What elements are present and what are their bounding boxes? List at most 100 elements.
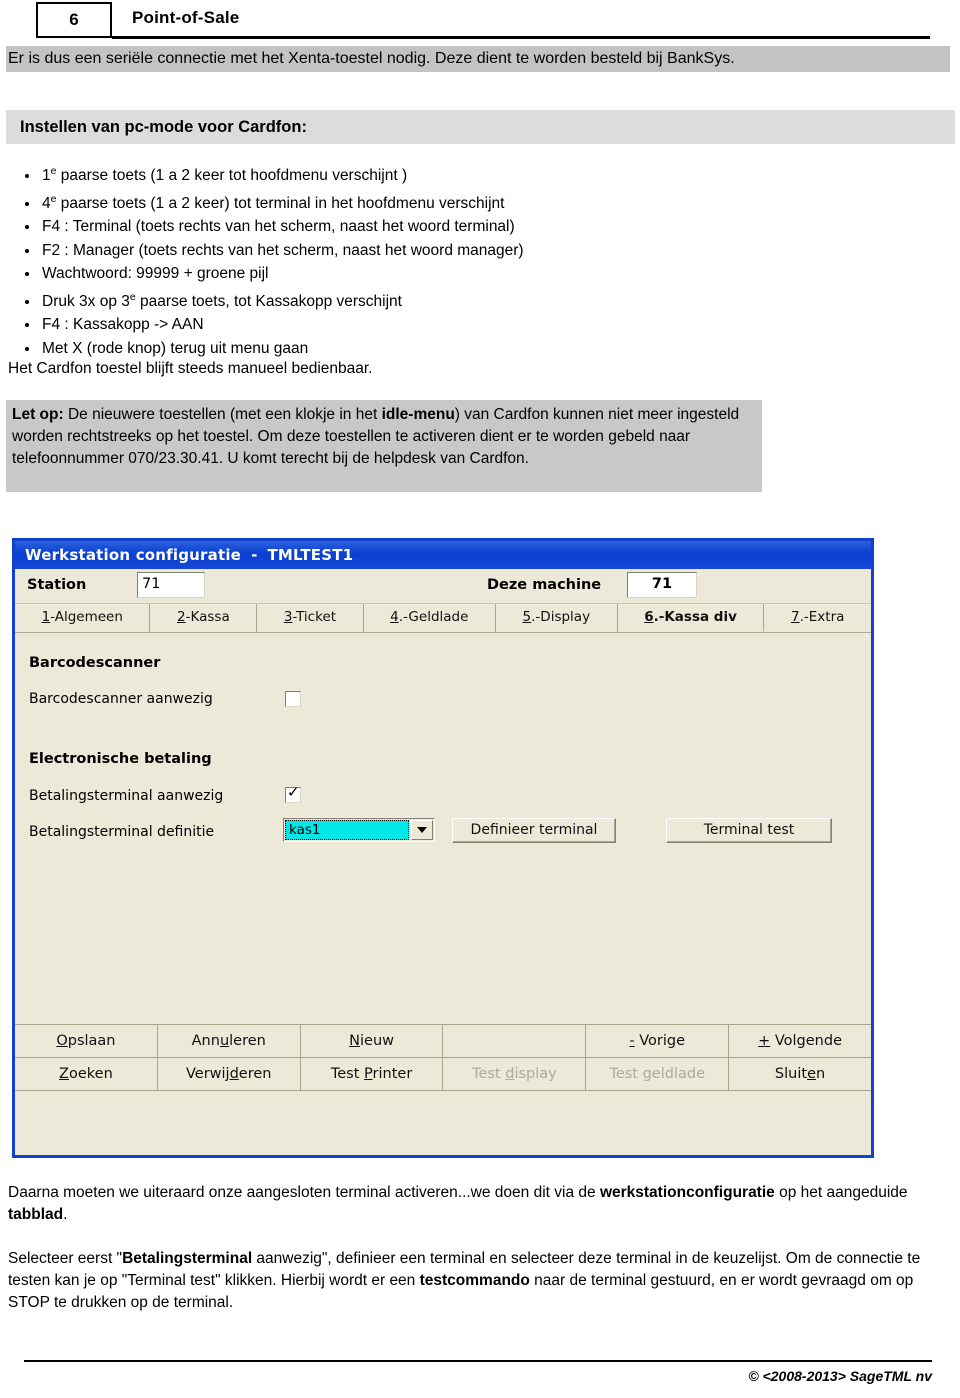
list-item: 1e paarse toets (1 a 2 keer tot hoofdmen… (40, 160, 740, 188)
list-item-text-cont: paarse toets, tot Kassakopp verschijnt (135, 292, 402, 310)
button-label-suffix: Volgende (770, 1033, 842, 1049)
verwijderen-button[interactable]: Verwijderen (157, 1058, 301, 1091)
footer-divider (24, 1360, 932, 1362)
test-printer-button[interactable]: Test Printer (300, 1058, 444, 1091)
list-item-text: F4 : Kassakopp -> AAN (42, 316, 204, 334)
tab-label: .-Kassa div (653, 609, 737, 625)
tail1-a: Daarna moeten we uiteraard onze aangeslo… (8, 1184, 600, 1201)
nieuw-button[interactable]: Nieuw (300, 1025, 444, 1058)
empty-button-slot (443, 1025, 587, 1058)
button-label-suffix: isplay (514, 1066, 557, 1082)
group-title-electronische-betaling: Electronische betaling (29, 751, 212, 767)
checkmark-icon: ✓ (287, 783, 300, 801)
combobox-selected-value: kas1 (285, 820, 409, 840)
tab-accelerator: 1 (41, 609, 51, 625)
button-label-suffix: oeken (68, 1066, 113, 1082)
footer-copyright: © <2008-2013> SageTML nv (748, 1368, 932, 1384)
button-accelerator: Z (59, 1066, 69, 1082)
list-item-text-cont: paarse toets (1 a 2 keer tot hoofdmenu v… (56, 167, 408, 185)
opslaan-button[interactable]: Opslaan (15, 1025, 158, 1058)
tab-accelerator: 2 (177, 609, 186, 625)
dialog-title-suffix: TMLTEST1 (267, 546, 354, 564)
button-label-suffix: rinter (372, 1066, 413, 1082)
list-item-text: 1 (42, 167, 51, 185)
button-label-suffix: eren (238, 1066, 272, 1082)
tab-label: -Kassa (185, 609, 230, 625)
tail1-bold-tabblad: tabblad (8, 1206, 64, 1223)
button-accelerator: u (219, 1033, 230, 1049)
station-row: Station 71 Deze machine 71 (15, 569, 871, 604)
button-label-prefix: Sluit (774, 1066, 808, 1082)
list-item: F4 : Terminal (toets rechts van het sche… (40, 215, 740, 239)
sluiten-button[interactable]: Sluiten (729, 1058, 871, 1091)
list-item: F2 : Manager (toets rechts van het scher… (40, 239, 740, 263)
betalingsterminal-definitie-combobox[interactable]: kas1 (283, 818, 435, 842)
button-label-prefix: Test (472, 1066, 506, 1082)
tail2-bold-testcommando: testcommando (419, 1272, 530, 1289)
button-label-prefix: Test (330, 1066, 365, 1082)
tail1-c: op het aangeduide (774, 1184, 908, 1201)
tab-kassa[interactable]: 2-Kassa (150, 604, 258, 632)
list-item: Met X (rode knop) terug uit menu gaan (40, 337, 740, 361)
terminal-test-button[interactable]: Terminal test (666, 818, 832, 843)
tab-kassa-div[interactable]: 6.-Kassa div (617, 604, 765, 632)
list-item-text: F4 : Terminal (toets rechts van het sche… (42, 218, 515, 236)
button-label-suffix: ieuw (360, 1033, 394, 1049)
tab-extra[interactable]: 7.-Extra (764, 604, 871, 632)
list-item: F4 : Kassakopp -> AAN (40, 313, 740, 337)
tail2-bold-betalingsterminal: Betalingsterminal (122, 1250, 253, 1267)
list-item-text: Wachtwoord: 99999 + groene pijl (42, 265, 269, 283)
list-item-text: Met X (rode knop) terug uit menu gaan (42, 339, 309, 357)
station-input[interactable]: 71 (137, 572, 205, 598)
button-label-prefix: Ann (191, 1033, 220, 1049)
group-title-barcodescanner: Barcodescanner (29, 655, 161, 671)
tab-label: .-Geldlade (398, 609, 469, 625)
test-display-button: Test display (443, 1058, 587, 1091)
tail2-a: Selecteer eerst " (8, 1250, 123, 1267)
tab-strip: 1-Algemeen 2-Kassa 3-Ticket 4.-Geldlade 5.-D… (15, 604, 871, 633)
tail1-bold-werkstationconfiguratie: werkstationconfiguratie (599, 1184, 775, 1201)
dialog-title-separator: - (251, 546, 258, 564)
button-label-suffix: leren (229, 1033, 266, 1049)
button-accelerator: e (807, 1066, 816, 1082)
button-label-prefix: Verwij (185, 1066, 230, 1082)
button-accelerator: d (229, 1066, 239, 1082)
warning-text-a: De nieuwere toestellen (met een klokje i… (63, 406, 382, 423)
dialog-titlebar[interactable]: Werkstation configuratie - TMLTEST1 (15, 538, 871, 569)
chevron-down-icon[interactable] (411, 820, 433, 840)
annuleren-button[interactable]: Annuleren (157, 1025, 301, 1058)
kassa-div-tab-panel: Barcodescanner Barcodescanner aanwezig E… (15, 633, 871, 1091)
station-label: Station (27, 577, 87, 593)
tab-algemeen[interactable]: 1-Algemeen (15, 604, 151, 632)
betalingsterminal-present-checkbox[interactable]: ✓ (285, 783, 301, 803)
-volgende-button[interactable]: + Volgende (729, 1025, 871, 1058)
page-header: 6 Point-of-Sale (0, 0, 960, 40)
button-label-suffix: Vorige (634, 1033, 686, 1049)
list-item-text: F2 : Manager (toets rechts van het scher… (42, 241, 524, 259)
page-title: Point-of-Sale (132, 8, 240, 27)
dialog-button-row-1: Opslaan Annuleren Nieuw - Vorige + Volgende (15, 1025, 871, 1058)
definieer-terminal-button[interactable]: Definieer terminal (452, 818, 616, 843)
-vorige-button[interactable]: - Vorige (586, 1025, 730, 1058)
barcodescanner-present-checkbox[interactable] (285, 691, 301, 707)
instruction-list: 1e paarse toets (1 a 2 keer tot hoofdmen… (14, 160, 740, 360)
list-item-text: Druk 3x op 3 (42, 292, 130, 310)
dialog-title: Werkstation configuratie (25, 546, 242, 564)
zoeken-button[interactable]: Zoeken (15, 1058, 158, 1091)
tail1-e: . (63, 1206, 68, 1223)
deze-machine-value: 71 (627, 572, 697, 598)
tab-ticket[interactable]: 3-Ticket (257, 604, 364, 632)
list-item: Wachtwoord: 99999 + groene pijl (40, 262, 740, 286)
page-number: 6 (69, 10, 79, 29)
section-heading: Instellen van pc-mode voor Cardfon: (6, 110, 955, 144)
workstation-configuration-dialog: Werkstation configuratie - TMLTEST1 Stat… (12, 538, 874, 1158)
manual-operation-note: Het Cardfon toestel blijft steeds manuee… (8, 360, 373, 377)
tab-accelerator: 7 (791, 609, 800, 625)
dialog-button-row-2: Zoeken Verwijderen Test Printer Test displa… (15, 1058, 871, 1091)
warning-label: Let op: (12, 406, 64, 423)
warning-box: Let op: De nieuwere toestellen (met een … (6, 400, 762, 492)
intro-highlight-band: Er is dus een seriële connectie met het … (6, 46, 950, 72)
header-divider (112, 36, 930, 39)
tab-geldlade[interactable]: 4.-Geldlade (363, 604, 496, 632)
tab-display[interactable]: 5.-Display (495, 604, 618, 632)
